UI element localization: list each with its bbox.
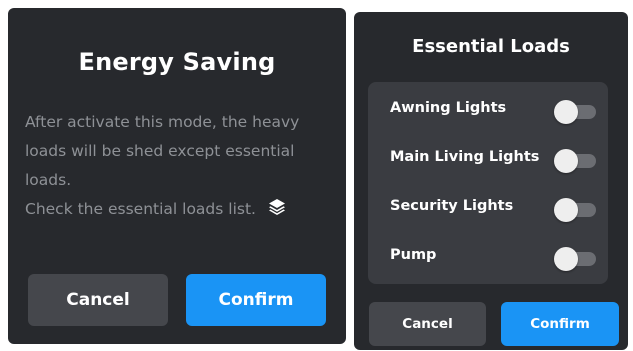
message-line: loads will be shed except essential bbox=[25, 142, 295, 160]
energy-saving-dialog: Energy Saving After activate this mode, … bbox=[8, 8, 346, 344]
message-line: After activate this mode, the heavy bbox=[25, 113, 300, 131]
confirm-button[interactable]: Confirm bbox=[501, 302, 619, 346]
dialog-title: Energy Saving bbox=[78, 48, 276, 76]
essential-loads-dialog: Essential Loads Awning Lights Main Livin… bbox=[354, 12, 628, 350]
load-label: Security Lights bbox=[390, 198, 514, 214]
load-label: Awning Lights bbox=[390, 100, 507, 116]
toggle-knob bbox=[554, 100, 578, 124]
confirm-button[interactable]: Confirm bbox=[186, 274, 326, 326]
load-label: Pump bbox=[390, 247, 437, 263]
awning-lights-toggle[interactable] bbox=[554, 100, 596, 124]
load-row-awning-lights: Awning Lights bbox=[368, 94, 608, 124]
cancel-button[interactable]: Cancel bbox=[28, 274, 168, 326]
cancel-button[interactable]: Cancel bbox=[369, 302, 486, 346]
main-living-lights-toggle[interactable] bbox=[554, 149, 596, 173]
dialog-title: Essential Loads bbox=[412, 36, 570, 57]
security-lights-toggle[interactable] bbox=[554, 198, 596, 222]
toggle-knob bbox=[554, 149, 578, 173]
load-row-pump: Pump bbox=[368, 241, 608, 271]
essential-loads-list: Awning Lights Main Living Lights Securit… bbox=[368, 82, 608, 284]
check-essential-loads-line: Check the essential loads list. bbox=[25, 195, 325, 224]
check-essential-loads-text: Check the essential loads list. bbox=[25, 200, 256, 218]
load-row-main-living-lights: Main Living Lights bbox=[368, 143, 608, 173]
pump-toggle[interactable] bbox=[554, 247, 596, 271]
message-line: loads. bbox=[25, 171, 72, 189]
load-row-security-lights: Security Lights bbox=[368, 192, 608, 222]
load-label: Main Living Lights bbox=[390, 149, 540, 165]
toggle-knob bbox=[554, 198, 578, 222]
layers-icon[interactable] bbox=[266, 195, 288, 217]
screen: Energy Saving After activate this mode, … bbox=[0, 0, 633, 351]
dialog-message: After activate this mode, the heavy load… bbox=[25, 108, 325, 224]
toggle-knob bbox=[554, 247, 578, 271]
